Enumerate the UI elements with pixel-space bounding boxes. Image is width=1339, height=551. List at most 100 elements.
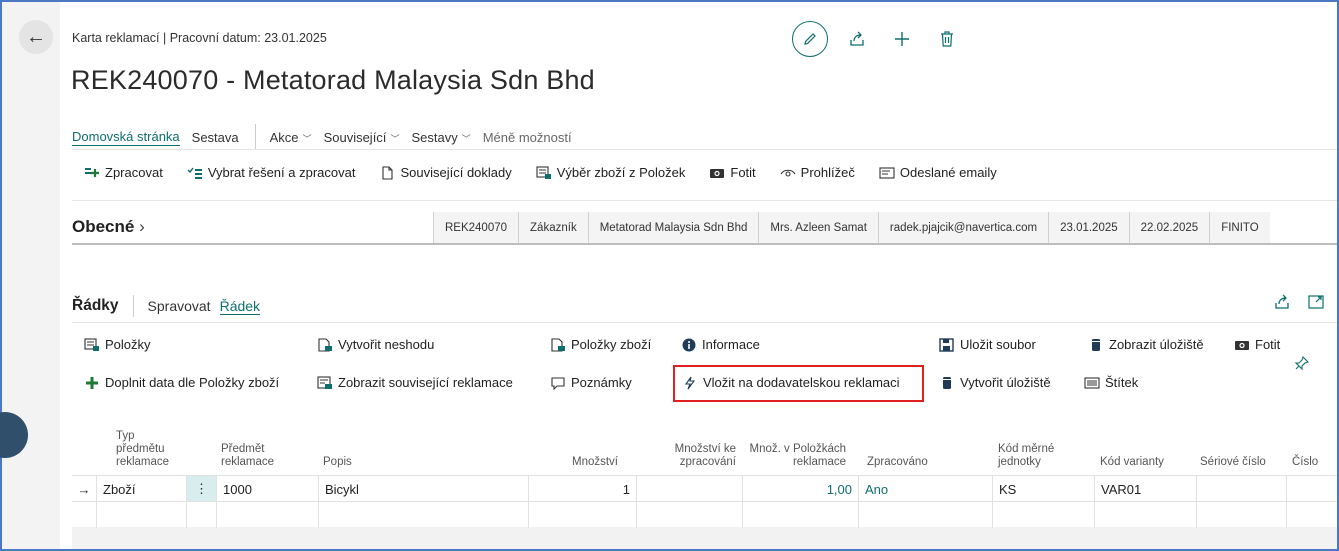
menu-reports[interactable]: Sestavy ﹀: [411, 130, 470, 145]
related-documents-label: Související doklady: [400, 165, 512, 180]
cell-description[interactable]: Bicykl: [318, 476, 528, 502]
cell-type[interactable]: [96, 502, 186, 528]
cell-quantity[interactable]: [528, 502, 636, 528]
fact-due-date: 22.02.2025: [1128, 212, 1210, 244]
tab-manage[interactable]: Spravovat: [148, 298, 211, 314]
fewer-options-button[interactable]: Méně možností: [483, 130, 572, 145]
create-storage-button[interactable]: Vytvořit úložiště: [939, 375, 1051, 390]
menu-related[interactable]: Související ﹀: [324, 130, 400, 145]
cell-variant[interactable]: VAR01: [1094, 476, 1196, 502]
cell-processed[interactable]: [858, 502, 992, 528]
item-ledger-label: Položky zboží: [571, 337, 652, 352]
col-description[interactable]: Popis: [323, 456, 352, 469]
new-button[interactable]: [886, 23, 918, 55]
show-storage-button[interactable]: Zobrazit úložiště: [1088, 337, 1204, 352]
show-related-claims-button[interactable]: Zobrazit související reklamace: [317, 375, 513, 390]
expand-icon[interactable]: [1307, 293, 1325, 311]
col-uom-line2: jednotky: [998, 456, 1041, 468]
col-processed-label: Zpracováno: [867, 456, 928, 468]
cell-subject[interactable]: [216, 502, 318, 528]
cell-description[interactable]: [318, 502, 528, 528]
label-button[interactable]: Štítek: [1084, 375, 1138, 390]
cell-processed[interactable]: Ano: [858, 476, 992, 502]
related-documents-button[interactable]: Související doklady: [379, 165, 512, 180]
process-button[interactable]: Zpracovat: [84, 165, 163, 180]
cell-number[interactable]: [1286, 476, 1337, 502]
tab-report[interactable]: Sestava: [192, 130, 239, 145]
viewer-label: Prohlížeč: [800, 165, 855, 180]
col-qty-in-items[interactable]: Množ. v Položkách reklamace: [740, 443, 846, 469]
col-processed[interactable]: Zpracováno: [867, 456, 928, 469]
information-button[interactable]: Informace: [681, 337, 760, 352]
col-qty-to-process-line2: zpracování: [679, 456, 736, 468]
general-summary-facts: REK240070 Zákazník Metatorad Malaysia Sd…: [433, 212, 1270, 244]
select-items-button[interactable]: Výběr zboží z Položek: [536, 165, 685, 180]
col-number[interactable]: Číslo: [1292, 456, 1318, 469]
items-button[interactable]: Položky: [84, 337, 151, 352]
cell-qty-in-items[interactable]: [742, 502, 858, 528]
item-ledger-button[interactable]: Položky zboží: [550, 337, 651, 352]
menu-actions-label: Akce: [269, 129, 299, 145]
chevron-down-icon: ﹀: [461, 133, 471, 144]
share-button[interactable]: [841, 23, 873, 55]
camera-icon: [710, 168, 725, 178]
col-variant[interactable]: Kód varianty: [1100, 456, 1164, 469]
row-menu-button[interactable]: ⋮: [186, 476, 216, 502]
cell-qty-to-process[interactable]: [636, 502, 742, 528]
photo-line-button[interactable]: Fotit: [1234, 337, 1280, 352]
notes-button[interactable]: Poznámky: [550, 375, 632, 390]
breadcrumb: Karta reklamací | Pracovní datum: 23.01.…: [72, 31, 327, 45]
cell-variant[interactable]: [1094, 502, 1196, 528]
cell-subject[interactable]: 1000: [216, 476, 318, 502]
cell-serial[interactable]: [1196, 476, 1286, 502]
information-label: Informace: [702, 337, 760, 352]
select-solution-label: Vybrat řešení a zpracovat: [207, 165, 356, 180]
storage-icon: [1092, 338, 1100, 351]
fact-source-type: Zákazník: [518, 212, 588, 244]
pencil-icon: [804, 33, 816, 45]
general-section-header[interactable]: Obecné ›: [72, 217, 145, 237]
tab-home[interactable]: Domovská stránka: [72, 129, 180, 146]
photo-button[interactable]: Fotit: [709, 165, 756, 180]
col-serial[interactable]: Sériové číslo: [1200, 456, 1266, 469]
lines-grid: Typ předmětu reklamace Předmět reklamace…: [72, 407, 1337, 549]
col-uom[interactable]: Kód měrné jednotky: [998, 443, 1054, 469]
cell-uom[interactable]: KS: [992, 476, 1094, 502]
label-label: Štítek: [1105, 375, 1139, 390]
col-type[interactable]: Typ předmětu reklamace: [116, 430, 169, 469]
delete-button[interactable]: [931, 23, 963, 55]
sent-emails-button[interactable]: Odeslané emaily: [879, 165, 997, 180]
plus-icon: [86, 376, 98, 389]
col-qty-to-process[interactable]: Množství ke zpracování: [648, 443, 736, 469]
select-solution-button[interactable]: Vybrat řešení a zpracovat: [187, 165, 356, 180]
cell-uom[interactable]: [992, 502, 1094, 528]
col-subject[interactable]: Předmět reklamace: [221, 443, 274, 469]
save-file-button[interactable]: Uložit soubor: [939, 337, 1036, 352]
back-button[interactable]: ←: [19, 20, 53, 54]
cell-quantity[interactable]: 1: [528, 476, 636, 502]
row-menu-cell[interactable]: [186, 502, 216, 528]
cell-serial[interactable]: [1196, 502, 1286, 528]
viewer-button[interactable]: Prohlížeč: [780, 165, 855, 180]
cell-qty-in-items[interactable]: 1,00: [742, 476, 858, 502]
share-icon[interactable]: [1273, 293, 1291, 311]
menu-actions[interactable]: Akce ﹀: [270, 130, 312, 145]
cell-number[interactable]: [1286, 502, 1337, 528]
table-row[interactable]: → Zboží ⋮ 1000 Bicykl 1 1,00 Ano KS VAR0…: [72, 475, 1337, 502]
cell-qty-to-process[interactable]: [636, 476, 742, 502]
save-file-label: Uložit soubor: [960, 337, 1036, 352]
create-nonconformity-button[interactable]: Vytvořit neshodu: [317, 337, 434, 352]
fill-data-button[interactable]: Doplnit data dle Položky zboží: [84, 375, 279, 390]
edit-button[interactable]: [792, 21, 828, 57]
show-storage-label: Zobrazit úložiště: [1109, 337, 1204, 352]
col-type-line2: předmětu: [116, 443, 165, 455]
menu-related-label: Související: [323, 129, 387, 145]
col-number-label: Číslo: [1292, 456, 1319, 468]
cell-type[interactable]: Zboží: [96, 476, 186, 502]
col-serial-label: Sériové číslo: [1200, 456, 1266, 468]
tab-line[interactable]: Řádek: [219, 298, 261, 315]
col-quantity[interactable]: Množství: [558, 456, 618, 469]
table-row-empty[interactable]: [72, 501, 1337, 528]
chevron-down-icon: ﹀: [390, 133, 400, 144]
pin-button[interactable]: [1294, 355, 1310, 371]
